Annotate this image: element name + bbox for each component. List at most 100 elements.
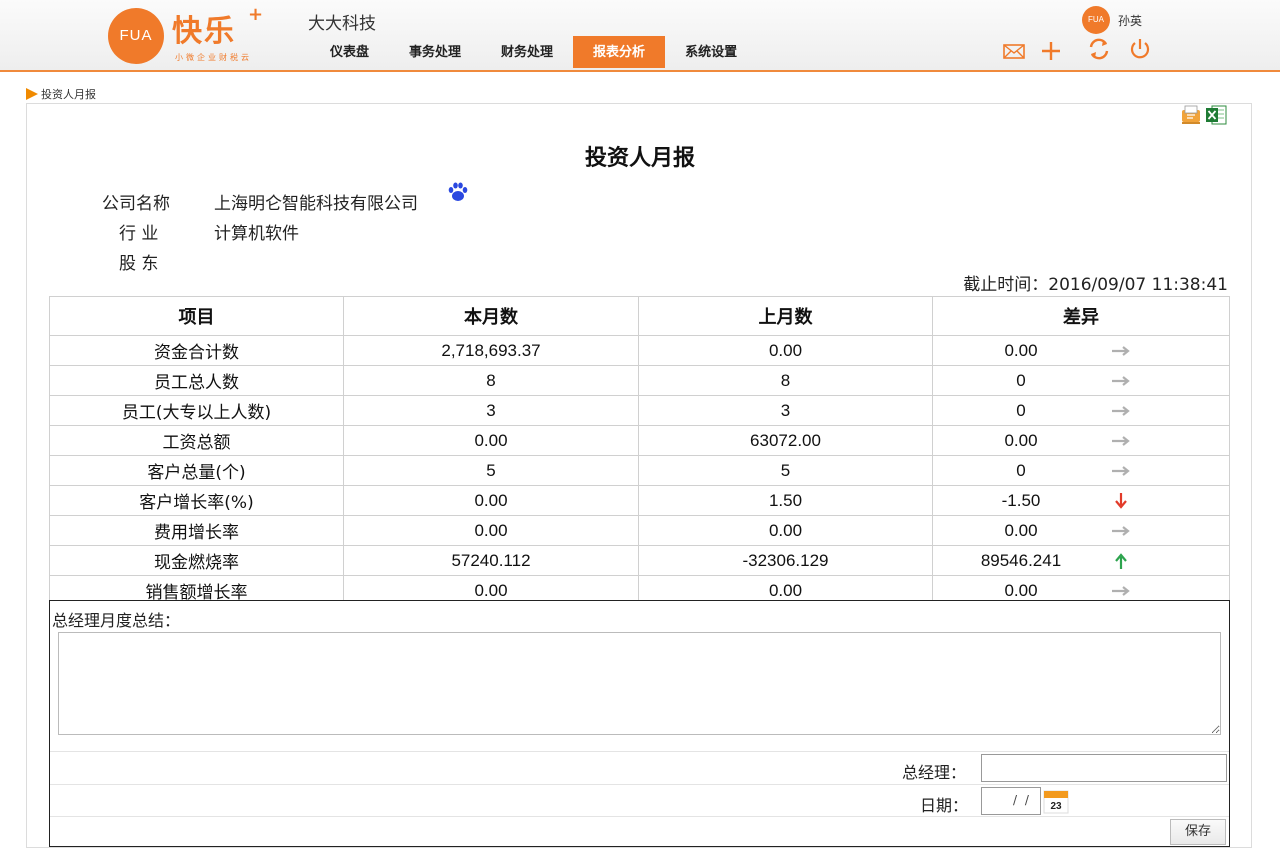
cell-previous: 63072.00	[638, 425, 933, 456]
user-name[interactable]: 孙英	[1118, 12, 1142, 29]
summary-label: 总经理月度总结：	[52, 611, 181, 630]
cell-current: 5	[343, 455, 639, 486]
arrow-right-icon	[1112, 466, 1130, 476]
calendar-icon[interactable]: 23	[1042, 789, 1070, 815]
table-row: 销售额增长率 0.00 0.00 0.00	[49, 575, 1230, 600]
refresh-icon[interactable]	[1086, 36, 1112, 62]
logo-badge[interactable]: FUA	[108, 8, 164, 64]
plus-icon[interactable]	[1038, 38, 1064, 64]
manager-label: 总经理：	[902, 763, 967, 782]
report-table-wrapper: 项目 本月数 上月数 差异 资金合计数 2,718,693.37 0.00 0.00 员…	[48, 295, 1230, 600]
diff-value: 0.00	[1004, 341, 1038, 360]
nav-reports[interactable]: 报表分析	[573, 36, 666, 68]
nav-settings[interactable]: 系统设置	[665, 36, 757, 68]
cell-diff: 0	[932, 455, 1230, 486]
table-row: 员工总人数 8 8 0	[49, 365, 1230, 396]
table-row: 客户总量(个) 5 5 0	[49, 455, 1230, 486]
nav-dashboard[interactable]: 仪表盘	[310, 36, 389, 68]
cell-current: 0.00	[343, 425, 639, 456]
cell-diff: 0	[932, 365, 1230, 396]
divider	[50, 751, 1229, 752]
cell-diff: 0	[932, 395, 1230, 426]
cell-diff: 0.00	[932, 335, 1230, 366]
report-title: 投资人月报	[584, 145, 695, 171]
cell-item: 工资总额	[49, 425, 344, 456]
table-row: 资金合计数 2,718,693.37 0.00 0.00	[49, 335, 1230, 366]
power-icon[interactable]	[1127, 36, 1153, 62]
summary-form: 总经理月度总结： 总经理： 日期： / / 23 保存	[49, 600, 1230, 847]
diff-value: -1.50	[1001, 491, 1041, 510]
cell-diff: 0.00	[932, 515, 1230, 546]
cell-item: 费用增长率	[49, 515, 344, 546]
cell-current: 8	[343, 365, 639, 396]
cell-item: 客户增长率(%)	[49, 485, 344, 516]
mail-icon[interactable]	[1001, 38, 1027, 64]
company-label: 公司名称	[102, 194, 170, 214]
report-table: 项目 本月数 上月数 差异 资金合计数 2,718,693.37 0.00 0.00 员…	[49, 296, 1230, 600]
cell-previous: 0.00	[638, 515, 933, 546]
svg-text:23: 23	[1050, 801, 1062, 812]
cell-current: 0.00	[343, 575, 639, 600]
col-header-item: 项目	[49, 296, 344, 336]
col-header-previous: 上月数	[638, 296, 933, 336]
arrow-right-icon	[1112, 376, 1130, 386]
cell-diff: -1.50	[932, 485, 1230, 516]
arrow-up-icon	[1115, 553, 1127, 569]
table-row: 员工(大专以上人数) 3 3 0	[49, 395, 1230, 426]
arrow-right-icon	[1112, 526, 1130, 536]
manager-input[interactable]	[981, 754, 1227, 782]
breadcrumb-arrow-icon	[26, 88, 38, 100]
logo-title: 快乐	[172, 14, 236, 49]
diff-value: 89546.241	[980, 551, 1062, 570]
summary-textarea[interactable]	[58, 632, 1221, 735]
table-row: 费用增长率 0.00 0.00 0.00	[49, 515, 1230, 546]
diff-value: 0.00	[1004, 521, 1038, 540]
cell-item: 员工(大专以上人数)	[49, 395, 344, 426]
arrow-right-icon	[1112, 436, 1130, 446]
table-header-row: 项目 本月数 上月数 差异	[49, 296, 1230, 336]
cell-previous: 0.00	[638, 335, 933, 366]
industry-label: 行 业	[119, 224, 159, 244]
cell-current: 57240.112	[343, 545, 639, 576]
col-header-current: 本月数	[343, 296, 639, 336]
cell-item: 客户总量(个)	[49, 455, 344, 486]
cell-item: 资金合计数	[49, 335, 344, 366]
table-body: 资金合计数 2,718,693.37 0.00 0.00 员工总人数 8 8 0 员工(大专以上…	[49, 335, 1230, 600]
paw-icon[interactable]	[446, 180, 470, 204]
divider	[50, 784, 1229, 785]
industry-value: 计算机软件	[214, 224, 299, 244]
export-print-icon[interactable]	[1179, 103, 1203, 127]
avatar[interactable]: FUA	[1082, 6, 1110, 34]
deadline-text: 截止时间：2016/09/07 11:38:41	[963, 275, 1228, 295]
table-row: 现金燃烧率 57240.112 -32306.129 89546.241	[49, 545, 1230, 576]
arrow-right-icon	[1112, 346, 1130, 356]
diff-value: 0	[1016, 461, 1026, 480]
col-header-diff: 差异	[932, 296, 1230, 336]
cell-diff: 0.00	[932, 425, 1230, 456]
cell-current: 0.00	[343, 485, 639, 516]
cell-diff: 89546.241	[932, 545, 1230, 576]
cell-diff: 0.00	[932, 575, 1230, 600]
diff-value: 0	[1016, 401, 1026, 420]
cell-current: 3	[343, 395, 639, 426]
cell-item: 员工总人数	[49, 365, 344, 396]
company-value: 上海明仑智能科技有限公司	[214, 194, 418, 214]
cell-current: 2,718,693.37	[343, 335, 639, 366]
top-header: FUA 快乐 + 小微企业财税云 大大科技 仪表盘 事务处理 财务处理 报表分析…	[0, 0, 1280, 72]
arrow-right-icon	[1112, 586, 1130, 596]
cell-item: 现金燃烧率	[49, 545, 344, 576]
divider	[50, 816, 1229, 817]
arrow-right-icon	[1112, 406, 1130, 416]
date-input[interactable]	[981, 787, 1041, 815]
breadcrumb-label[interactable]: 投资人月报	[41, 86, 96, 102]
save-button[interactable]: 保存	[1170, 819, 1226, 845]
main-nav: 仪表盘 事务处理 财务处理 报表分析 系统设置	[310, 36, 757, 68]
date-value: / /	[1013, 793, 1031, 807]
export-excel-icon[interactable]	[1204, 103, 1228, 127]
table-row: 工资总额 0.00 63072.00 0.00	[49, 425, 1230, 456]
nav-finance[interactable]: 财务处理	[481, 36, 573, 68]
logo-subtitle: 小微企业财税云	[175, 53, 252, 62]
nav-affairs[interactable]: 事务处理	[389, 36, 481, 68]
cell-previous: -32306.129	[638, 545, 933, 576]
logo-plus: +	[248, 4, 264, 25]
